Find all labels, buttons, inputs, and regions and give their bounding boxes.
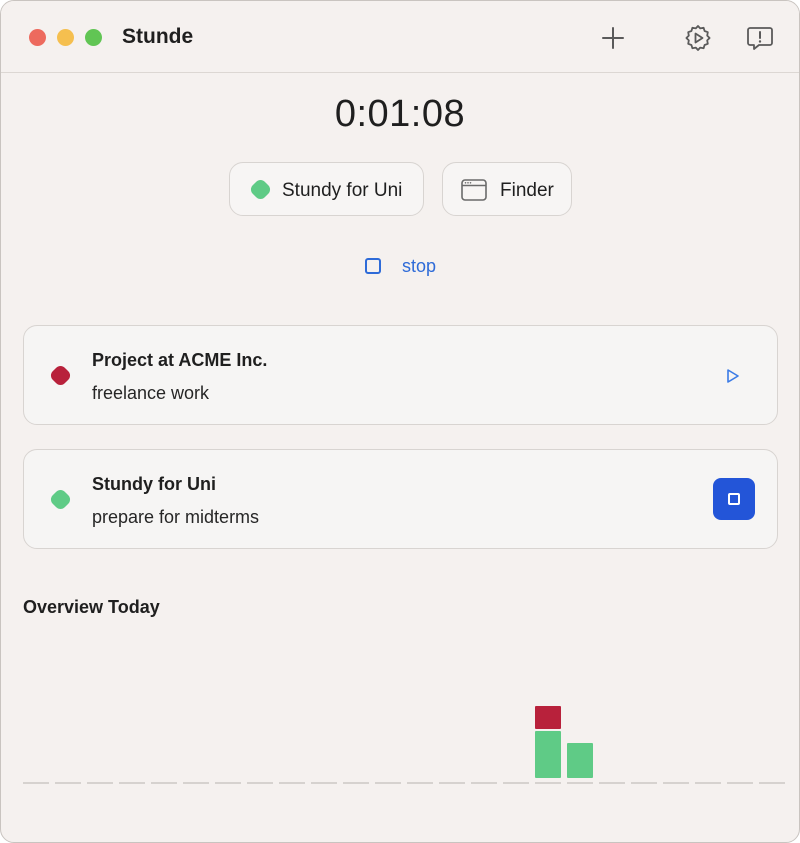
baseline-slot [279,782,305,784]
add-project-button[interactable] [598,23,628,53]
current-app-label: Finder [500,180,554,201]
baseline-slot [215,782,241,784]
app-title: Stunde [122,25,194,48]
baseline-slot [87,782,113,784]
stop-icon [728,493,740,505]
gear-icon [685,25,711,51]
baseline-slot [311,782,337,784]
project-color-dot [48,363,73,388]
baseline-slot [439,782,465,784]
baseline-slot [183,782,209,784]
baseline-slot [567,782,593,784]
baseline-slot [631,782,657,784]
project-card[interactable]: Project at ACME Inc. freelance work [23,325,778,425]
elapsed-timer: 0:01:08 [334,93,466,135]
baseline-slot [55,782,81,784]
baseline-slot [727,782,753,784]
baseline-slot [407,782,433,784]
close-window-button[interactable] [29,29,46,46]
project-title: Stundy for Uni [92,474,216,494]
zoom-window-button[interactable] [85,29,102,46]
minimize-window-button[interactable] [57,29,74,46]
baseline-slot [471,782,497,784]
baseline-slot [759,782,785,784]
play-icon[interactable] [724,367,742,385]
project-card[interactable]: Stundy for Uni prepare for midterms [23,449,778,549]
settings-button[interactable] [683,23,713,53]
current-project-label: Stundy for Uni [282,180,403,201]
baseline-slot [247,782,273,784]
baseline-slot [503,782,529,784]
feedback-button[interactable] [745,23,775,53]
baseline-slot [23,782,49,784]
overview-title: Overview Today [23,597,160,617]
chart-bar [535,731,561,778]
stop-icon [365,258,381,274]
feedback-icon [747,27,773,50]
overview-chart [23,706,785,784]
stop-link-label: stop [402,256,437,276]
chart-bar [567,743,593,778]
project-subtitle: freelance work [92,383,210,403]
project-title: Project at ACME Inc. [92,350,268,370]
baseline-slot [119,782,145,784]
title-bar: Stunde [1,1,799,73]
baseline-slot [695,782,721,784]
app-window: Stunde 0:01:08 Stundy for Uni Finder sto… [0,0,800,843]
project-color-dot [48,487,73,512]
current-project-chip[interactable]: Stundy for Uni [229,162,424,216]
baseline-slot [375,782,401,784]
baseline-slot [599,782,625,784]
stop-project-button[interactable] [713,478,755,520]
project-color-dot [248,177,273,202]
baseline-slot [151,782,177,784]
chart-bar [535,706,561,729]
baseline-slot [535,782,561,784]
baseline-slot [663,782,689,784]
current-app-chip[interactable]: Finder [442,162,572,216]
project-subtitle: prepare for midterms [92,507,260,527]
baseline-slot [343,782,369,784]
window-icon [461,179,487,201]
plus-icon [602,27,624,49]
